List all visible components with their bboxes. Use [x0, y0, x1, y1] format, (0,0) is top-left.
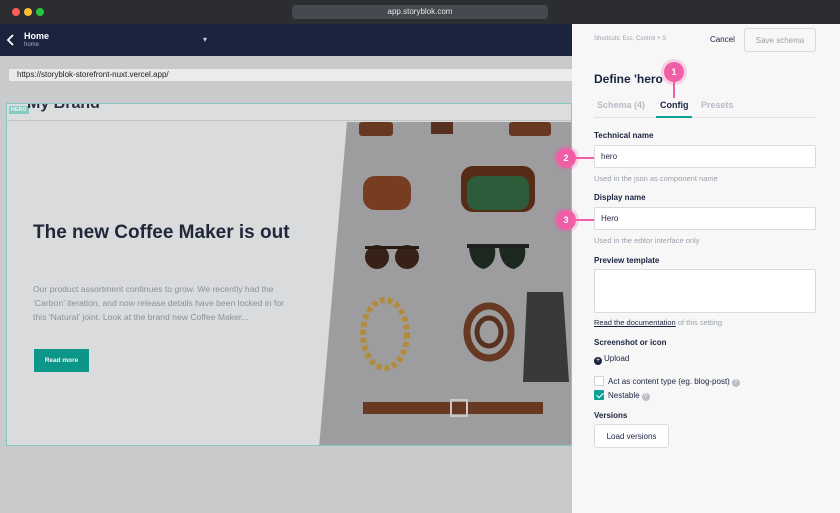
chevron-down-icon[interactable]: ▾: [203, 35, 207, 44]
display-name-hint: Used in the editor interface only: [594, 236, 700, 245]
zoom-window-icon[interactable]: [36, 8, 44, 16]
tab-config[interactable]: Config: [660, 100, 689, 117]
plus-circle-icon: +: [594, 357, 602, 365]
technical-name-hint: Used in the json as component name: [594, 174, 718, 183]
screenshot-label: Screenshot or icon: [594, 338, 667, 347]
content-type-checkbox[interactable]: [594, 376, 604, 386]
technical-name-input[interactable]: [594, 145, 816, 168]
story-slug: home: [24, 42, 40, 48]
hero-component-tag: HERO: [9, 106, 29, 114]
block-schema-panel: Shortcuts: Esc, Control + S Cancel Save …: [572, 24, 840, 513]
app-header: Home home ▾: [0, 24, 572, 56]
callout-connector: [576, 219, 594, 221]
upload-label: Upload: [604, 354, 630, 363]
hero-title: The new Coffee Maker is out: [33, 222, 290, 243]
callout-connector: [673, 82, 675, 98]
help-icon[interactable]: ?: [731, 379, 740, 387]
active-tab-indicator: [656, 116, 692, 118]
save-schema-button[interactable]: Save schema: [744, 28, 816, 52]
keyboard-shortcuts-hint: Shortcuts: Esc, Control + S: [594, 36, 667, 42]
documentation-link[interactable]: Read the documentation: [594, 318, 676, 327]
display-name-label: Display name: [594, 193, 646, 202]
tab-schema[interactable]: Schema (4): [597, 100, 645, 117]
hero-text-area: The new Coffee Maker is out Our product …: [7, 122, 347, 445]
hero-product-image: [319, 122, 571, 445]
upload-button[interactable]: + Upload: [594, 354, 629, 365]
technical-name-label: Technical name: [594, 131, 654, 140]
content-type-label: Act as content type (eg. blog-post): [608, 377, 730, 386]
back-arrow-icon[interactable]: [6, 33, 18, 47]
callout-connector: [576, 157, 594, 159]
preview-url-input[interactable]: https://storyblok-storefront-nuxt.vercel…: [8, 68, 574, 82]
schema-tabs: Schema (4) Config Presets: [594, 100, 816, 118]
content-type-option[interactable]: Act as content type (eg. blog-post)?: [594, 376, 740, 387]
window-titlebar: app.storyblok.com: [0, 0, 840, 24]
display-name-input[interactable]: [594, 207, 816, 230]
callout-badge: 2: [556, 148, 576, 168]
hero-block[interactable]: The new Coffee Maker is out Our product …: [6, 103, 572, 446]
hero-description: Our product assortment continues to grow…: [33, 284, 284, 322]
browser-url-bar[interactable]: app.storyblok.com: [292, 5, 548, 19]
read-more-button[interactable]: Read more: [34, 349, 89, 372]
tab-presets[interactable]: Presets: [701, 100, 734, 117]
documentation-line: Read the documentation of this setting: [594, 318, 722, 327]
callout-badge: 3: [556, 210, 576, 230]
versions-label: Versions: [594, 411, 628, 420]
cancel-button[interactable]: Cancel: [710, 35, 735, 44]
close-window-icon[interactable]: [12, 8, 20, 16]
visual-preview: https://storyblok-storefront-nuxt.vercel…: [0, 56, 574, 513]
preview-template-textarea[interactable]: [594, 269, 816, 313]
nestable-option[interactable]: Nestable?: [594, 390, 650, 401]
brand-logo[interactable]: My Brand: [27, 104, 100, 113]
load-versions-button[interactable]: Load versions: [594, 424, 669, 448]
site-header: HERO My Brand: [7, 104, 571, 121]
preview-template-label: Preview template: [594, 256, 660, 265]
callout-badge: 1: [664, 62, 684, 82]
documentation-suffix: of this setting: [675, 318, 723, 327]
story-title: Home: [24, 31, 50, 41]
nestable-label: Nestable: [608, 391, 640, 400]
product-flatlay-illustration: [359, 122, 569, 417]
minimize-window-icon[interactable]: [24, 8, 32, 16]
help-icon[interactable]: ?: [641, 393, 650, 401]
nestable-checkbox[interactable]: [594, 390, 604, 400]
panel-title: Define 'hero: [594, 72, 663, 86]
